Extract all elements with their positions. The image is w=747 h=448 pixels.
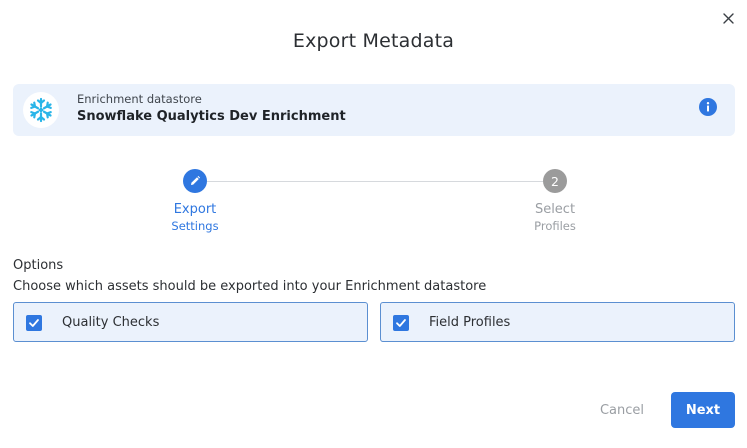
step-2-indicator: 2 [543,169,567,193]
step-2-title: Select [534,202,576,217]
quality-checks-checkbox[interactable] [26,315,42,331]
pencil-icon [191,175,201,185]
step-1-title: Export [173,202,217,217]
datastore-card: Enrichment datastore Snowflake Qualytics… [13,84,735,136]
step-2-subtitle: Profiles [534,219,576,233]
options-heading: Options [13,258,64,273]
export-metadata-dialog: Export Metadata Enrichment datastore Sno… [0,0,747,448]
checkmark-icon [396,319,406,327]
field-profiles-label: Field Profiles [429,315,511,330]
stepper-connector [207,181,543,182]
option-quality-checks[interactable]: Quality Checks [13,302,368,342]
datastore-name: Snowflake Qualytics Dev Enrichment [77,109,346,124]
checkmark-icon [29,319,39,327]
datastore-type-label: Enrichment datastore [77,92,202,106]
field-profiles-checkbox[interactable] [393,315,409,331]
quality-checks-label: Quality Checks [62,315,160,330]
cancel-button[interactable]: Cancel [590,392,654,428]
step-1-indicator [183,169,207,193]
info-button[interactable] [699,98,717,116]
step-1-subtitle: Settings [171,219,219,233]
option-field-profiles[interactable]: Field Profiles [380,302,735,342]
info-icon [706,102,710,112]
next-button[interactable]: Next [671,392,735,428]
dialog-title: Export Metadata [292,30,455,52]
snowflake-icon [30,97,52,123]
close-icon [722,12,734,24]
close-button[interactable] [719,9,737,27]
options-description: Choose which assets should be exported i… [13,279,487,294]
datastore-logo [23,92,59,128]
